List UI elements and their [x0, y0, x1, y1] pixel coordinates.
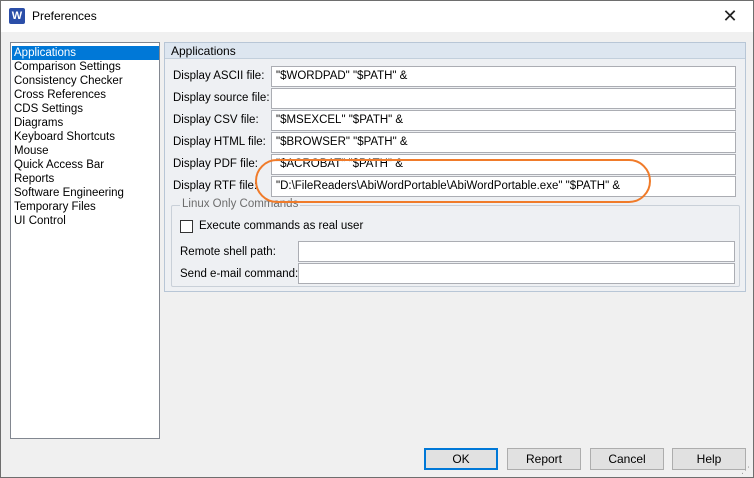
pdf-file-label: Display PDF file:	[173, 158, 258, 170]
remote-shell-label: Remote shell path:	[180, 246, 276, 258]
group-title: Applications	[165, 43, 745, 59]
remote-shell-input[interactable]	[298, 241, 735, 262]
ok-button[interactable]: OK	[424, 448, 498, 470]
sidebar-item-cross-references[interactable]: Cross References	[12, 88, 159, 102]
sidebar-item-applications[interactable]: Applications	[12, 46, 159, 60]
html-file-label: Display HTML file:	[173, 136, 266, 148]
sidebar-item-keyboard-shortcuts[interactable]: Keyboard Shortcuts	[12, 130, 159, 144]
close-icon[interactable]: ✕	[713, 4, 747, 28]
resize-grip-icon[interactable]: ⋰	[741, 465, 751, 475]
csv-file-input[interactable]: "$MSEXCEL" "$PATH" &	[271, 110, 736, 131]
csv-file-label: Display CSV file:	[173, 114, 259, 126]
title-bar: W Preferences ✕	[1, 1, 753, 32]
sidebar-item-cds-settings[interactable]: CDS Settings	[12, 102, 159, 116]
email-command-input[interactable]	[298, 263, 735, 284]
window-title: Preferences	[32, 9, 97, 23]
sidebar-item-quick-access-bar[interactable]: Quick Access Bar	[12, 158, 159, 172]
linux-commands-group: Linux Only Commands Execute commands as …	[171, 198, 740, 287]
ascii-file-input[interactable]: "$WORDPAD" "$PATH" &	[271, 66, 736, 87]
app-icon: W	[9, 8, 25, 24]
sidebar-item-software-engineering[interactable]: Software Engineering	[12, 186, 159, 200]
sidebar-item-comparison-settings[interactable]: Comparison Settings	[12, 60, 159, 74]
ascii-file-label: Display ASCII file:	[173, 70, 265, 82]
sidebar-item-reports[interactable]: Reports	[12, 172, 159, 186]
source-file-input[interactable]	[271, 88, 736, 109]
cancel-button[interactable]: Cancel	[590, 448, 664, 470]
preferences-dialog: W Preferences ✕ Applications Comparison …	[0, 0, 754, 478]
rtf-file-label: Display RTF file:	[173, 180, 258, 192]
sidebar-item-consistency-checker[interactable]: Consistency Checker	[12, 74, 159, 88]
html-file-input[interactable]: "$BROWSER" "$PATH" &	[271, 132, 736, 153]
sidebar-item-ui-control[interactable]: UI Control	[12, 214, 159, 228]
annotation-highlight-ellipse	[255, 159, 651, 203]
category-list[interactable]: Applications Comparison Settings Consist…	[10, 42, 160, 439]
execute-as-real-user-checkbox[interactable]	[180, 220, 193, 233]
sidebar-item-mouse[interactable]: Mouse	[12, 144, 159, 158]
help-button[interactable]: Help	[672, 448, 746, 470]
execute-as-real-user-label[interactable]: Execute commands as real user	[199, 220, 363, 232]
email-command-label: Send e-mail command:	[180, 268, 299, 280]
sidebar-item-diagrams[interactable]: Diagrams	[12, 116, 159, 130]
source-file-label: Display source file:	[173, 92, 270, 104]
sidebar-item-temporary-files[interactable]: Temporary Files	[12, 200, 159, 214]
report-button[interactable]: Report	[507, 448, 581, 470]
